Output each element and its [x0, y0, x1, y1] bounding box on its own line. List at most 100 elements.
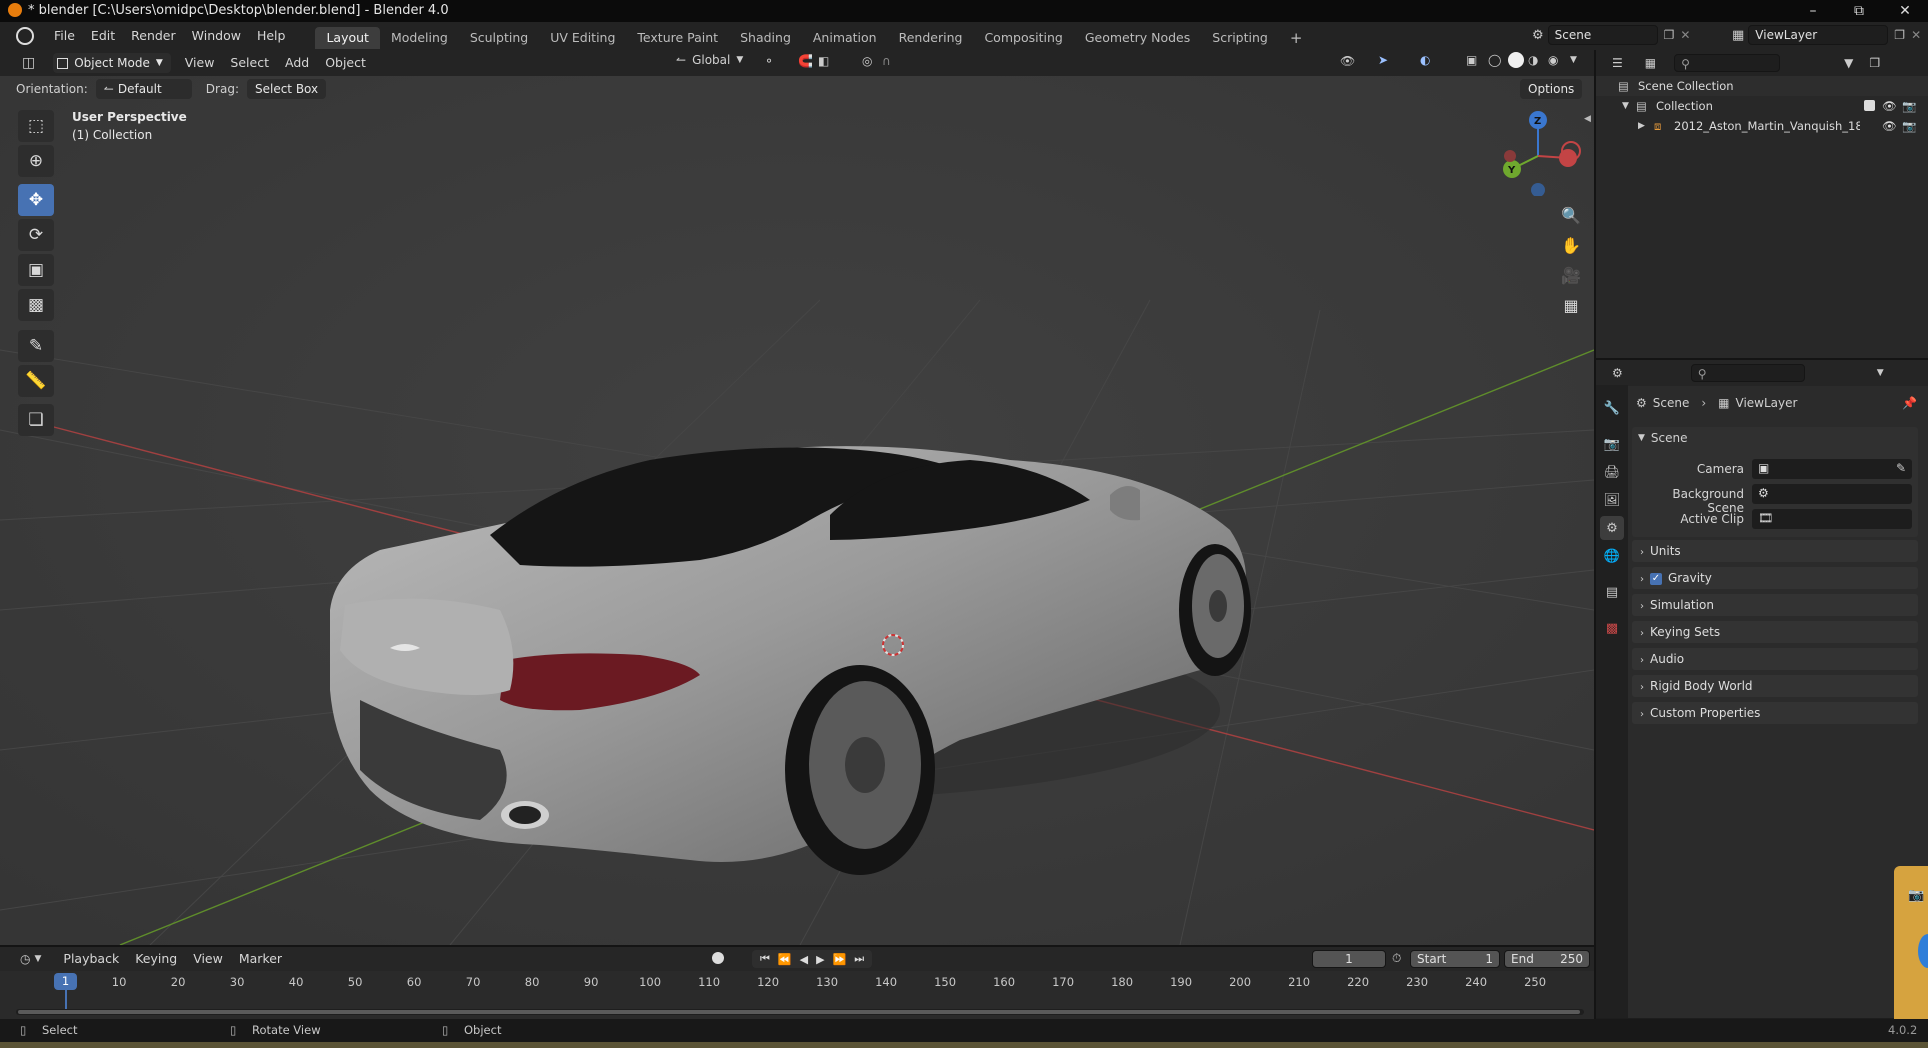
tab-scripting[interactable]: Scripting — [1201, 27, 1279, 49]
floating-recorder-widget[interactable]: 📷 — [1894, 866, 1928, 1026]
gravity-checkbox[interactable]: ✓ — [1650, 572, 1662, 585]
navigation-gizmo[interactable]: Z Y — [1498, 106, 1588, 196]
maximize-icon[interactable]: ⧉ — [1836, 0, 1882, 22]
jump-end-icon[interactable]: ⏭ — [854, 952, 864, 966]
end-frame-field[interactable]: End 250 — [1504, 950, 1590, 968]
menu-edit[interactable]: Edit — [83, 22, 123, 50]
menu-file[interactable]: File — [46, 22, 83, 50]
viewport-menu-add[interactable]: Add — [277, 49, 317, 77]
tab-uv-editing[interactable]: UV Editing — [539, 27, 626, 49]
add-cube-tool[interactable]: ❏ — [18, 404, 54, 436]
expand-arrow-icon[interactable]: ▶ — [1638, 116, 1645, 136]
gizmo-neg-x-dot[interactable] — [1504, 150, 1516, 162]
active-clip-field[interactable]: 🎞 — [1752, 509, 1912, 529]
proportional-edit-icon[interactable]: ◎ — [862, 54, 872, 68]
collection-properties-tab[interactable]: ▤ — [1600, 580, 1624, 604]
scrollbar-thumb[interactable] — [18, 1010, 1580, 1014]
scene-selector[interactable]: ⚙ Scene ❐ ✕ — [1532, 25, 1690, 45]
audio-panel[interactable]: › Audio — [1632, 648, 1918, 670]
filter-icon[interactable]: ▼ — [1844, 56, 1853, 70]
delete-viewlayer-icon[interactable]: ✕ — [1911, 28, 1921, 42]
wireframe-shading-icon[interactable]: ◯ — [1488, 53, 1501, 67]
output-properties-tab[interactable]: 🖨 — [1600, 460, 1624, 484]
record-keyframe-icon[interactable] — [712, 952, 724, 964]
delete-scene-icon[interactable]: ✕ — [1680, 28, 1690, 42]
start-frame-field[interactable]: Start 1 — [1410, 950, 1500, 968]
texture-properties-tab[interactable]: ▩ — [1600, 616, 1624, 640]
properties-editor-icon[interactable]: ⚙ — [1612, 366, 1623, 380]
next-keyframe-icon[interactable]: ⏩ — [833, 953, 847, 966]
prev-keyframe-icon[interactable]: ⏪ — [778, 953, 792, 966]
editor-type-icon[interactable]: ◫ — [22, 55, 35, 71]
display-mode-icon[interactable]: ▦ — [1645, 56, 1656, 70]
sidebar-toggle-icon[interactable]: ◀ — [1584, 114, 1591, 124]
falloff-icon[interactable]: ∩ — [882, 54, 891, 68]
play-icon[interactable]: ▶ — [816, 953, 824, 966]
pan-hand-icon[interactable]: ✋ — [1558, 232, 1584, 258]
outliner-editor-icon[interactable]: ☰ — [1612, 56, 1623, 70]
mode-dropdown[interactable]: Object Mode ▼ — [53, 53, 171, 73]
eye-icon[interactable]: 👁 — [1882, 116, 1897, 136]
annotate-tool[interactable]: ✎ — [18, 330, 54, 362]
menu-window[interactable]: Window — [184, 22, 249, 50]
outliner-search-input[interactable]: ⚲ — [1674, 54, 1781, 72]
shading-options-icon[interactable]: ▼ — [1570, 55, 1577, 65]
simulation-panel[interactable]: › Simulation — [1632, 594, 1918, 616]
scene-name-field[interactable]: Scene — [1547, 25, 1658, 45]
timeline-menu-view[interactable]: View — [185, 947, 231, 971]
gizmo-toggle-icon[interactable]: ➤ — [1378, 53, 1388, 67]
current-frame-field[interactable]: 1 — [1312, 950, 1386, 968]
close-icon[interactable]: ✕ — [1882, 0, 1928, 22]
timeline-menu-playback[interactable]: Playback — [55, 947, 127, 971]
scene-properties-tab[interactable]: ⚙ — [1600, 516, 1624, 540]
rigid-body-world-panel[interactable]: › Rigid Body World — [1632, 675, 1918, 697]
pivot-point-icon[interactable]: ⚬ — [764, 54, 774, 68]
view-layer-properties-tab[interactable]: 🖼 — [1600, 488, 1624, 512]
area-divider-timeline[interactable] — [0, 945, 1594, 947]
menu-render[interactable]: Render — [123, 22, 184, 50]
area-divider-horizontal[interactable] — [1596, 358, 1928, 360]
tab-layout[interactable]: Layout — [315, 26, 380, 49]
tab-geometry-nodes[interactable]: Geometry Nodes — [1074, 27, 1201, 49]
rendered-shading-icon[interactable]: ◉ — [1548, 53, 1558, 67]
camera-view-icon[interactable]: 🎥 — [1558, 262, 1584, 288]
tab-sculpting[interactable]: Sculpting — [459, 27, 539, 49]
world-properties-tab[interactable]: 🌐 — [1600, 544, 1624, 568]
scale-tool[interactable]: ▣ — [18, 254, 54, 286]
measure-tool[interactable]: 📏 — [18, 365, 54, 397]
record-button-icon[interactable] — [1918, 934, 1928, 968]
outliner-row-collection[interactable]: ▼ ▤ Collection 👁 📷 — [1596, 96, 1928, 116]
drag-dropdown[interactable]: Select Box — [246, 79, 327, 99]
tab-compositing[interactable]: Compositing — [973, 27, 1073, 49]
properties-search-input[interactable]: ⚲ — [1690, 364, 1805, 382]
chevron-down-icon[interactable]: ▼ — [1877, 368, 1884, 378]
snap-icon[interactable]: 🧲 — [798, 54, 813, 68]
area-divider-vertical[interactable] — [1594, 50, 1596, 1019]
keying-sets-panel[interactable]: › Keying Sets — [1632, 621, 1918, 643]
units-panel[interactable]: › Units — [1632, 540, 1918, 562]
timeline-menu-marker[interactable]: Marker — [231, 947, 290, 971]
move-tool[interactable]: ✥ — [18, 184, 54, 216]
timer-icon[interactable]: ⏱ — [1392, 951, 1401, 966]
perspective-toggle-icon[interactable]: ▦ — [1558, 292, 1584, 318]
visibility-icon[interactable]: 👁 — [1340, 54, 1355, 68]
add-workspace-icon[interactable]: + — [1279, 27, 1314, 49]
minimize-icon[interactable]: – — [1790, 0, 1836, 22]
viewlayer-name-field[interactable]: ViewLayer — [1748, 25, 1889, 45]
gravity-panel[interactable]: › ✓ Gravity — [1632, 567, 1918, 589]
xray-toggle-icon[interactable]: ▣ — [1466, 53, 1477, 67]
exclude-checkbox[interactable] — [1864, 100, 1875, 111]
overlay-toggle-icon[interactable]: ◐ — [1420, 53, 1430, 67]
pin-icon[interactable]: 📌 — [1902, 396, 1917, 410]
timeline-editor-icon[interactable]: ◷ — [20, 952, 30, 966]
blender-menu-icon[interactable] — [16, 27, 34, 45]
expand-arrow-icon[interactable]: ▼ — [1622, 96, 1629, 116]
jump-start-icon[interactable]: ⏮ — [760, 952, 770, 966]
viewport-menu-view[interactable]: View — [177, 49, 223, 77]
rotate-tool[interactable]: ⟳ — [18, 219, 54, 251]
timeline-scrollbar[interactable] — [16, 1009, 1584, 1015]
render-properties-tab[interactable]: 📷 — [1600, 432, 1624, 456]
gizmo-neg-z-axis[interactable] — [1531, 183, 1545, 196]
snap-target-icon[interactable]: ◧ — [818, 54, 829, 68]
new-viewlayer-icon[interactable]: ❐ — [1894, 28, 1905, 42]
